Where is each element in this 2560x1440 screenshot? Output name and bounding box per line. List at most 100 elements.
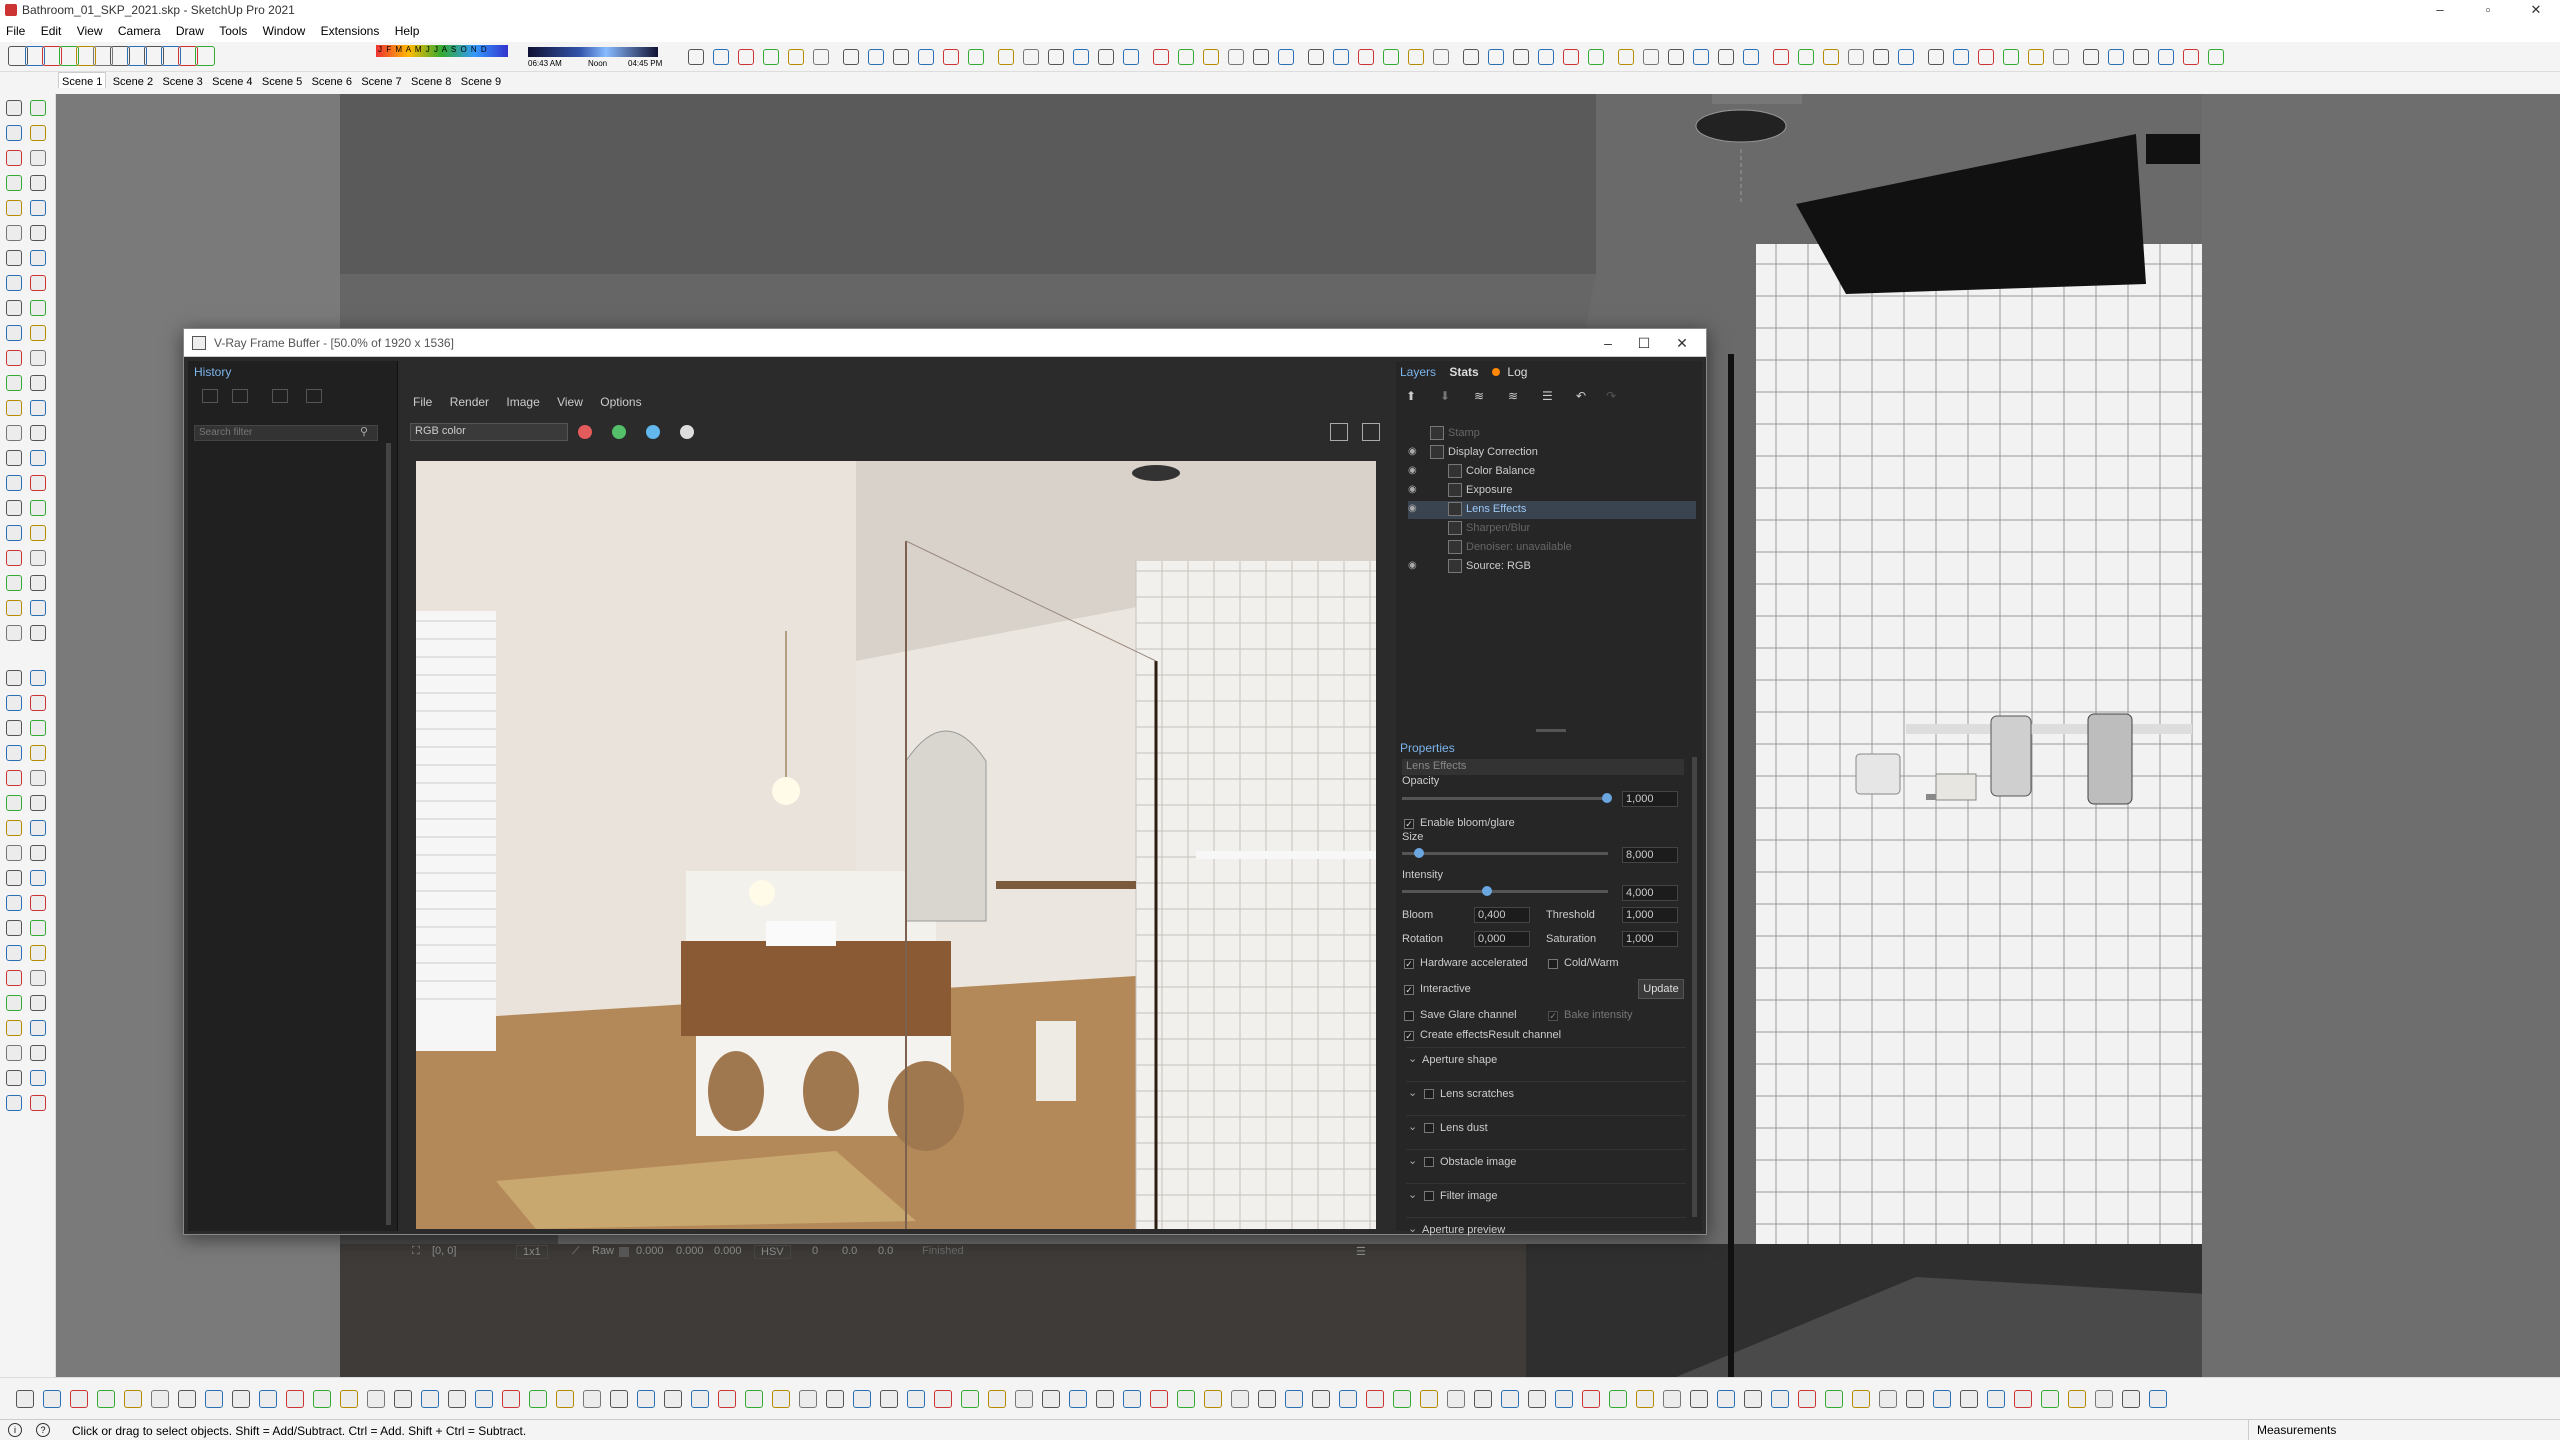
extension-tool-icon[interactable] (718, 1390, 736, 1408)
toolbar-tool-icon[interactable] (1823, 49, 1839, 65)
tool-icon[interactable] (6, 575, 22, 591)
toolbar-tool-icon[interactable] (1538, 49, 1554, 65)
toolbar-tool-icon[interactable] (893, 49, 909, 65)
extension-tool-icon[interactable] (2041, 1390, 2059, 1408)
layer-presets-icon[interactable]: ≋ (1474, 389, 1484, 403)
tool-icon[interactable] (6, 175, 22, 191)
toolbar-tool-icon[interactable] (1048, 49, 1064, 65)
chevron-down-icon[interactable]: ⌄ (1408, 1188, 1417, 1201)
section-enable-checkbox[interactable] (1424, 1123, 1434, 1133)
tool-icon[interactable] (6, 600, 22, 616)
toolbar-tool-icon[interactable] (2158, 49, 2174, 65)
tool-icon[interactable] (6, 970, 22, 986)
extension-tool-icon[interactable] (1528, 1390, 1546, 1408)
extension-tool-icon[interactable] (1420, 1390, 1438, 1408)
tool-icon[interactable] (30, 600, 46, 616)
visibility-eye-icon[interactable] (1408, 427, 1422, 439)
opacity-slider-handle[interactable] (1602, 793, 1612, 803)
tool-icon[interactable] (30, 225, 46, 241)
tool-icon[interactable] (30, 670, 46, 686)
toolbar-tool-icon[interactable] (1073, 49, 1089, 65)
toolbar-tool-icon[interactable] (788, 49, 804, 65)
enable-bloom-checkbox[interactable]: ✓ (1404, 819, 1414, 829)
threshold-field[interactable]: 1,000 (1622, 907, 1678, 923)
menu-draw[interactable]: Draw (170, 22, 210, 38)
toolbar-tool-icon[interactable] (1798, 49, 1814, 65)
tool-icon[interactable] (30, 625, 46, 641)
chevron-down-icon[interactable]: ⌄ (1408, 1120, 1417, 1133)
scene-tab-7[interactable]: Scene 7 (358, 73, 404, 88)
tool-icon[interactable] (6, 770, 22, 786)
extension-tool-icon[interactable] (1798, 1390, 1816, 1408)
toolbar-tool-icon[interactable] (1178, 49, 1194, 65)
extension-tool-icon[interactable] (1231, 1390, 1249, 1408)
tab-stats[interactable]: Stats (1449, 365, 1478, 379)
layer-row[interactable]: ◉ Source: RGB (1408, 558, 1696, 576)
tool-icon[interactable] (6, 125, 22, 141)
tool-icon[interactable] (6, 550, 22, 566)
menu-window[interactable]: Window (257, 22, 312, 38)
extension-tool-icon[interactable] (1771, 1390, 1789, 1408)
tool-icon[interactable] (30, 300, 46, 316)
toolbar-tool-icon[interactable] (918, 49, 934, 65)
vfb-menu-options[interactable]: Options (593, 395, 648, 409)
chevron-down-icon[interactable]: ⌄ (1408, 1052, 1417, 1065)
green-channel-button[interactable] (612, 425, 626, 439)
extension-tool-icon[interactable] (124, 1390, 142, 1408)
layer-row[interactable]: Denoiser: unavailable (1408, 539, 1696, 557)
save-layers-icon[interactable]: ⬇ (1440, 389, 1450, 403)
tool-icon[interactable] (6, 250, 22, 266)
toolbar-tool-icon[interactable] (2133, 49, 2149, 65)
layer-row[interactable]: Stamp (1408, 425, 1696, 443)
toolbar-tool-icon[interactable] (1773, 49, 1789, 65)
tool-icon[interactable] (30, 795, 46, 811)
extension-tool-icon[interactable] (178, 1390, 196, 1408)
extension-tool-icon[interactable] (1636, 1390, 1654, 1408)
tool-icon[interactable] (6, 200, 22, 216)
history-load-icon[interactable] (272, 389, 288, 403)
toolbar-tool-icon[interactable] (688, 49, 704, 65)
layer-list-icon[interactable]: ☰ (1542, 389, 1553, 403)
create-layer-icon[interactable]: ≋ (1508, 389, 1518, 403)
extension-tool-icon[interactable] (97, 1390, 115, 1408)
extension-tool-icon[interactable] (1960, 1390, 1978, 1408)
toolbar-tool-icon[interactable] (1308, 49, 1324, 65)
visibility-eye-icon[interactable]: ◉ (1408, 465, 1422, 477)
tool-icon[interactable] (30, 450, 46, 466)
layer-row[interactable]: Sharpen/Blur (1408, 520, 1696, 538)
scene-tab-5[interactable]: Scene 5 (259, 73, 305, 88)
extension-tool-icon[interactable] (1258, 1390, 1276, 1408)
extension-tool-icon[interactable] (1474, 1390, 1492, 1408)
history-save-icon[interactable] (202, 389, 218, 403)
intensity-slider-handle[interactable] (1482, 886, 1492, 896)
intensity-field[interactable]: 4,000 (1622, 885, 1678, 901)
toolbar-tool-icon[interactable] (1978, 49, 1994, 65)
tool-icon[interactable] (30, 1095, 46, 1111)
tool-icon[interactable] (6, 820, 22, 836)
extension-tool-icon[interactable] (1879, 1390, 1897, 1408)
bloom-field[interactable]: 0,400 (1474, 907, 1530, 923)
tool-icon[interactable] (30, 275, 46, 291)
toolbar-tool-icon[interactable] (1408, 49, 1424, 65)
toolbar-tool-icon[interactable] (1488, 49, 1504, 65)
vfb-menu-render[interactable]: Render (443, 395, 496, 409)
opacity-slider[interactable] (1402, 797, 1608, 800)
measurements-box[interactable]: Measurements (2248, 1420, 2560, 1440)
tool-icon[interactable] (6, 150, 22, 166)
size-field[interactable]: 8,000 (1622, 847, 1678, 863)
tool-icon[interactable] (30, 525, 46, 541)
extension-tool-icon[interactable] (232, 1390, 250, 1408)
update-button[interactable]: Update (1638, 979, 1684, 999)
rotation-field[interactable]: 0,000 (1474, 931, 1530, 947)
tool-icon[interactable] (6, 400, 22, 416)
toolbar-tool-icon[interactable] (2003, 49, 2019, 65)
tab-layers[interactable]: Layers (1400, 365, 1436, 379)
toolbar-tool-icon[interactable] (1693, 49, 1709, 65)
extension-tool-icon[interactable] (610, 1390, 628, 1408)
chevron-down-icon[interactable]: ⌄ (1408, 1154, 1417, 1167)
extension-tool-icon[interactable] (43, 1390, 61, 1408)
section-enable-checkbox[interactable] (1424, 1157, 1434, 1167)
chevron-down-icon[interactable]: ⌄ (1408, 1222, 1417, 1235)
toolbar-tool-icon[interactable] (1928, 49, 1944, 65)
scene-tab-9[interactable]: Scene 9 (458, 73, 504, 88)
